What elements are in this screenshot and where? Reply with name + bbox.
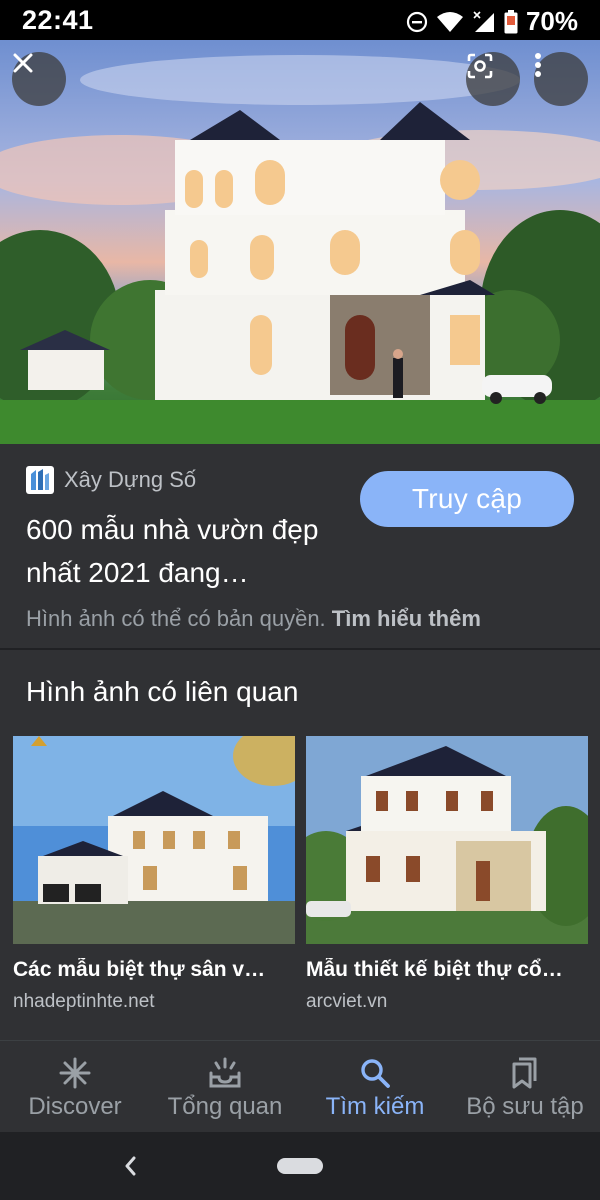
battery-percent: 70% [525,6,578,36]
nav-label: Bộ sưu tập [466,1093,584,1120]
search-icon [361,1059,390,1088]
nav-label: Discover [28,1093,122,1120]
site-favicon-icon [26,466,54,494]
status-time: 22:41 [22,5,94,35]
related-image-title: Mẫu thiết kế biệt thự cổ… [306,958,563,981]
bottom-navigation: Discover Tổng quan Tìm kiếm Bộ sưu tập [0,1040,600,1132]
nav-discover[interactable]: Discover [0,1041,150,1132]
more-button[interactable] [534,52,588,106]
related-image-title: Các mẫu biệt thự sân v… [13,958,266,981]
nav-label: Tổng quan [167,1093,283,1120]
result-title[interactable]: 600 mẫu nhà vườn đẹp nhất 2021 đang… [26,508,346,594]
inbox-icon [209,1057,241,1088]
villa-illustration [0,55,600,444]
status-icons: 70% [406,6,578,37]
related-image-card[interactable]: Mẫu thiết kế biệt thự cổ… arcviet.vn [306,736,588,1013]
learn-more-link[interactable]: Tìm hiểu thêm [332,606,481,631]
related-image-site: arcviet.vn [306,991,388,1012]
battery-icon [504,9,518,33]
hero-image[interactable] [0,40,600,444]
dnd-icon [406,11,428,32]
more-vert-icon [535,53,541,77]
related-image-thumbnail[interactable] [306,736,588,944]
back-icon[interactable] [120,1152,140,1180]
status-bar: 22:41 70% [0,0,600,40]
related-image-thumbnail[interactable] [13,736,295,944]
visit-button[interactable]: Truy cập [360,471,574,527]
nav-label: Tìm kiếm [325,1093,425,1120]
divider [0,648,600,650]
lens-button[interactable] [466,52,520,106]
system-navigation-bar [0,1132,600,1200]
wifi-icon [436,11,463,32]
source-name: Xây Dựng Số [64,467,197,492]
related-images-heading: Hình ảnh có liên quan [26,676,299,707]
asterisk-icon [59,1057,91,1089]
nav-collections[interactable]: Bộ sưu tập [450,1041,600,1132]
nav-overview[interactable]: Tổng quan [150,1041,300,1132]
result-panel: Xây Dựng Số Truy cập 600 mẫu nhà vườn đẹ… [0,444,600,1040]
home-pill[interactable] [277,1158,323,1174]
nav-search[interactable]: Tìm kiếm [300,1041,450,1132]
lens-icon [467,53,493,79]
copyright-text: Hình ảnh có thể có bản quyền. [26,606,332,631]
copyright-notice: Hình ảnh có thể có bản quyền. Tìm hiểu t… [26,606,481,632]
collections-icon [512,1057,537,1089]
close-button[interactable] [12,52,66,106]
signal-icon [473,10,494,32]
source-row[interactable]: Xây Dựng Số [26,466,196,494]
close-icon [13,53,33,73]
related-image-card[interactable]: Các mẫu biệt thự sân v… nhadeptinhte.net [13,736,295,1013]
related-image-site: nhadeptinhte.net [13,991,155,1012]
